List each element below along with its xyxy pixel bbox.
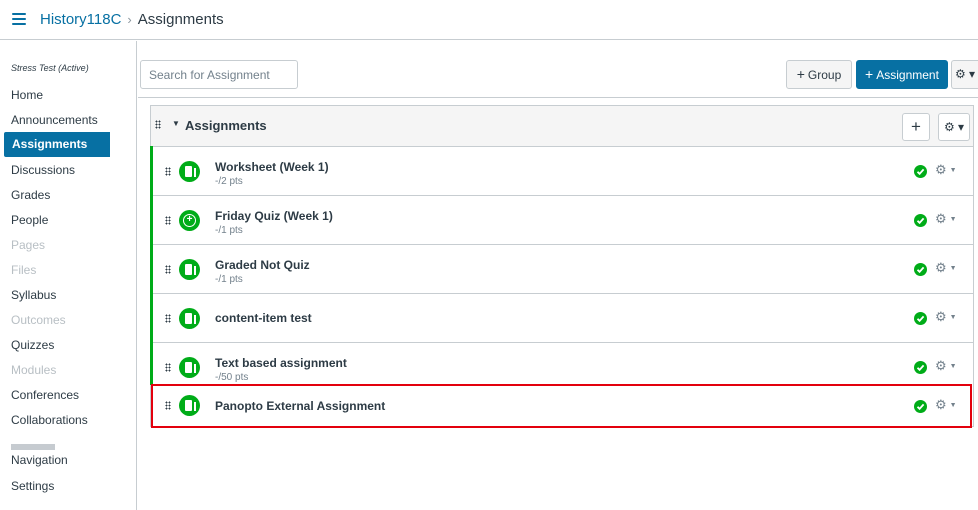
nav-pages: Pages [11,238,46,252]
assignment-title[interactable]: Graded Not Quiz [215,258,310,272]
nav-conferences[interactable]: Conferences [11,387,79,403]
assignment-row[interactable]: Worksheet (Week 1) -/2 pts ⚙ ▼ [150,146,974,196]
assignment-icon [179,395,200,416]
drag-handle-icon[interactable] [165,314,171,323]
assignment-points: -/2 pts [215,176,243,187]
row-gear-menu-icon[interactable]: ⚙ ▼ [935,162,957,178]
settings-gear-menu-icon[interactable]: ⚙ ▾ [951,60,978,89]
nav-announcements[interactable]: Announcements [11,112,98,128]
assignment-icon [179,161,200,182]
add-group-button[interactable]: + Group [786,60,852,89]
nav-assignments[interactable]: Assignments [4,132,110,157]
nav-discussions[interactable]: Discussions [11,162,75,178]
nav-navigation[interactable]: Navigation [11,452,68,468]
published-indicator-bar [150,293,153,343]
assignment-group-header[interactable]: ▼ Assignments + ⚙ ▾ [150,105,974,147]
published-check-icon[interactable] [914,165,927,178]
breadcrumb: History118C › Assignments [40,10,224,30]
row-gear-menu-icon[interactable]: ⚙ ▼ [935,397,957,413]
published-indicator-bar [150,195,153,245]
top-header: History118C › Assignments [0,0,978,40]
plus-icon: + [796,66,805,82]
plus-icon: + [865,66,874,82]
add-to-group-button[interactable]: + [902,113,930,141]
assignment-row[interactable]: content-item test ⚙ ▼ [150,293,974,343]
nav-people[interactable]: People [11,212,48,228]
group-gear-menu-icon[interactable]: ⚙ ▾ [938,113,970,141]
breadcrumb-course-link[interactable]: History118C [40,11,121,28]
assignment-title[interactable]: content-item test [215,311,312,325]
nav-quizzes[interactable]: Quizzes [11,337,54,353]
row-gear-menu-icon[interactable]: ⚙ ▼ [935,358,957,374]
published-check-icon[interactable] [914,263,927,276]
published-check-icon[interactable] [914,312,927,325]
nav-syllabus[interactable]: Syllabus [11,287,56,303]
add-assignment-button[interactable]: + Assignment [856,60,948,89]
row-gear-menu-icon[interactable]: ⚙ ▼ [935,309,957,325]
published-indicator-bar [150,146,153,196]
breadcrumb-separator: › [127,12,132,27]
term-label: Stress Test (Active) [11,63,89,73]
search-assignment-input[interactable] [140,60,298,89]
course-navigation: Stress Test (Active) Home Announcements … [0,41,137,510]
nav-grades[interactable]: Grades [11,187,50,203]
assignment-row[interactable]: + Friday Quiz (Week 1) -/1 pts ⚙ ▼ [150,195,974,245]
assignment-title[interactable]: Text based assignment [215,356,347,370]
drag-handle-icon[interactable] [165,216,171,225]
nav-modules: Modules [11,363,57,377]
nav-settings[interactable]: Settings [11,478,54,494]
blurred-nav-item [11,444,55,450]
assignment-icon [179,259,200,280]
drag-handle-icon[interactable] [165,363,171,372]
assignment-points: -/1 pts [215,274,243,285]
breadcrumb-current: Assignments [137,11,224,28]
assignment-icon [179,357,200,378]
row-gear-menu-icon[interactable]: ⚙ ▼ [935,211,957,227]
drag-handle-icon[interactable] [165,167,171,176]
hamburger-menu-icon[interactable] [12,13,26,25]
assignment-points: -/50 pts [215,372,249,383]
toolbar-divider [138,97,978,98]
assignment-row[interactable]: Panopto External Assignment ⚙ ▼ [150,385,974,427]
add-group-label: Group [807,68,842,82]
assignment-group: ▼ Assignments + ⚙ ▾ Worksheet (Week 1) -… [150,105,974,427]
published-check-icon[interactable] [914,361,927,374]
published-indicator-bar [150,244,153,294]
assignment-title[interactable]: Friday Quiz (Week 1) [215,209,333,223]
published-check-icon[interactable] [914,400,927,413]
drag-handle-icon[interactable] [155,120,161,129]
nav-home[interactable]: Home [11,87,43,103]
assignment-title[interactable]: Panopto External Assignment [215,399,385,413]
nav-files: Files [11,263,37,277]
row-gear-menu-icon[interactable]: ⚙ ▼ [935,260,957,276]
drag-handle-icon[interactable] [165,401,171,410]
assignment-icon [179,308,200,329]
group-title: Assignments [185,118,267,133]
drag-handle-icon[interactable] [165,265,171,274]
add-assignment-label: Assignment [876,68,939,82]
published-check-icon[interactable] [914,214,927,227]
nav-collaborations[interactable]: Collaborations [11,412,88,428]
assignment-title[interactable]: Worksheet (Week 1) [215,160,329,174]
quiz-icon: + [179,210,200,231]
collapse-caret-icon[interactable]: ▼ [172,119,180,128]
assignment-points: -/1 pts [215,225,243,236]
assignment-row[interactable]: Graded Not Quiz -/1 pts ⚙ ▼ [150,244,974,294]
nav-outcomes: Outcomes [11,313,66,327]
